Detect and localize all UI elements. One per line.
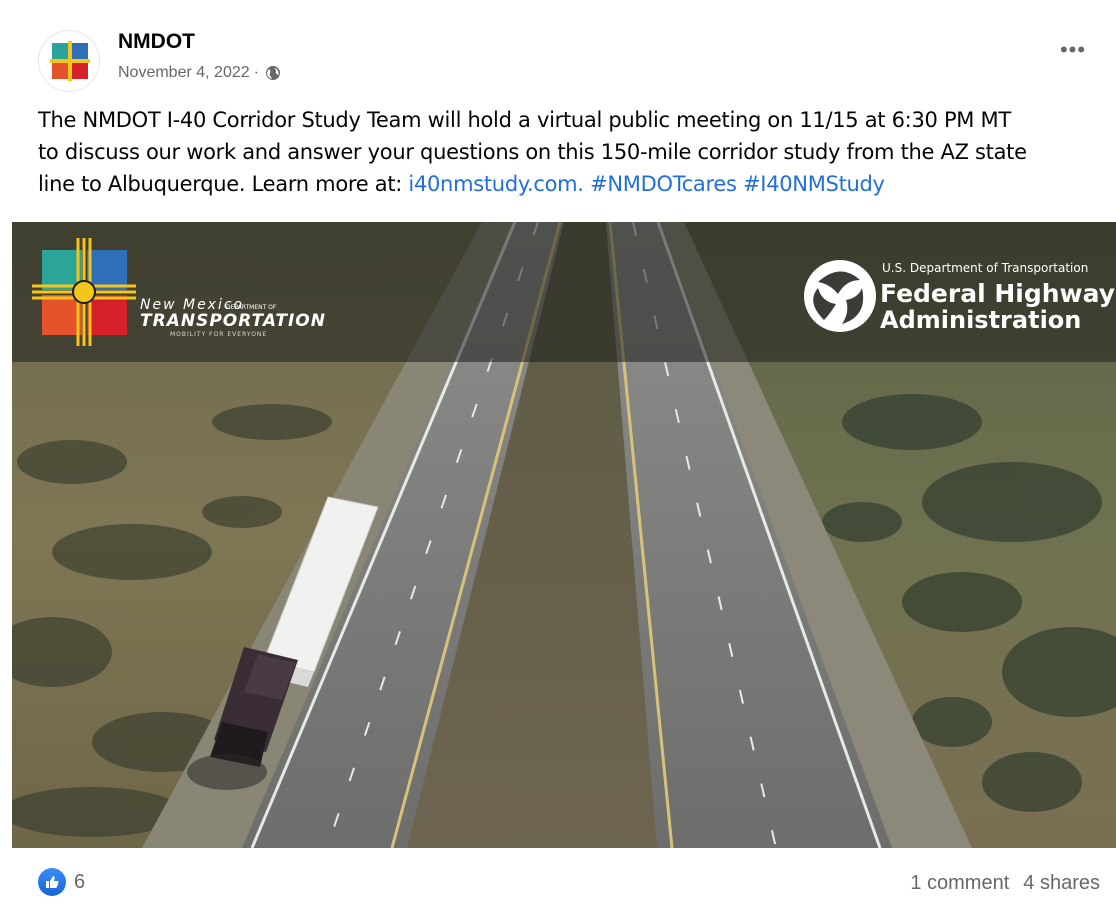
post-footer: 6 1 comment 4 shares xyxy=(38,866,1100,900)
fhwa-line1: Federal Highway xyxy=(880,279,1115,308)
post-text-line-3-prefix: line to Albuquerque. Learn more at: xyxy=(38,172,409,196)
meta-separator: · xyxy=(253,64,259,81)
comments-count[interactable]: 1 comment xyxy=(910,872,1009,895)
more-options-icon[interactable]: ••• xyxy=(1050,32,1096,68)
globe-icon[interactable] xyxy=(265,65,281,81)
nm-logo-line2: TRANSPORTATION xyxy=(140,311,326,331)
shares-count[interactable]: 4 shares xyxy=(1023,872,1100,895)
engagement-stats: 1 comment 4 shares xyxy=(910,872,1100,895)
nmdot-logo-icon xyxy=(50,41,90,81)
thumbs-up-icon xyxy=(38,868,66,896)
page-avatar[interactable] xyxy=(38,30,100,92)
reaction-count: 6 xyxy=(74,870,86,893)
hashtag-i40nmstudy[interactable]: #I40NMStudy xyxy=(743,172,885,196)
post-text-line-1: The NMDOT I-40 Corridor Study Team will … xyxy=(38,108,1011,132)
study-link[interactable]: i40nmstudy.com. xyxy=(408,172,584,196)
post-date[interactable]: November 4, 2022 xyxy=(118,64,250,82)
highway-photo: New Mexico DEPARTMENT OF TRANSPORTATION … xyxy=(12,222,1116,848)
page-name[interactable]: NMDOT xyxy=(118,30,195,54)
fhwa-line2: Administration xyxy=(880,306,1081,334)
post-header: NMDOT November 4, 2022 · ••• xyxy=(38,28,1088,92)
reactions-summary[interactable]: 6 xyxy=(38,868,85,896)
post-text: The NMDOT I-40 Corridor Study Team will … xyxy=(38,104,1098,200)
post-meta: November 4, 2022 · xyxy=(118,64,281,82)
post-text-line-3: line to Albuquerque. Learn more at: i40n… xyxy=(38,168,1098,200)
fhwa-logo: U.S. Department of Transportation Federa… xyxy=(804,260,1115,334)
post-image[interactable]: New Mexico DEPARTMENT OF TRANSPORTATION … xyxy=(12,222,1116,848)
fhwa-dept: U.S. Department of Transportation xyxy=(882,261,1088,275)
nm-logo-line1b: DEPARTMENT OF xyxy=(226,304,277,311)
hashtag-nmdotcares[interactable]: #NMDOTcares xyxy=(590,172,737,196)
nm-logo-line3: MOBILITY FOR EVERYONE xyxy=(170,331,267,338)
post-text-line-2: to discuss our work and answer your ques… xyxy=(38,140,1027,164)
